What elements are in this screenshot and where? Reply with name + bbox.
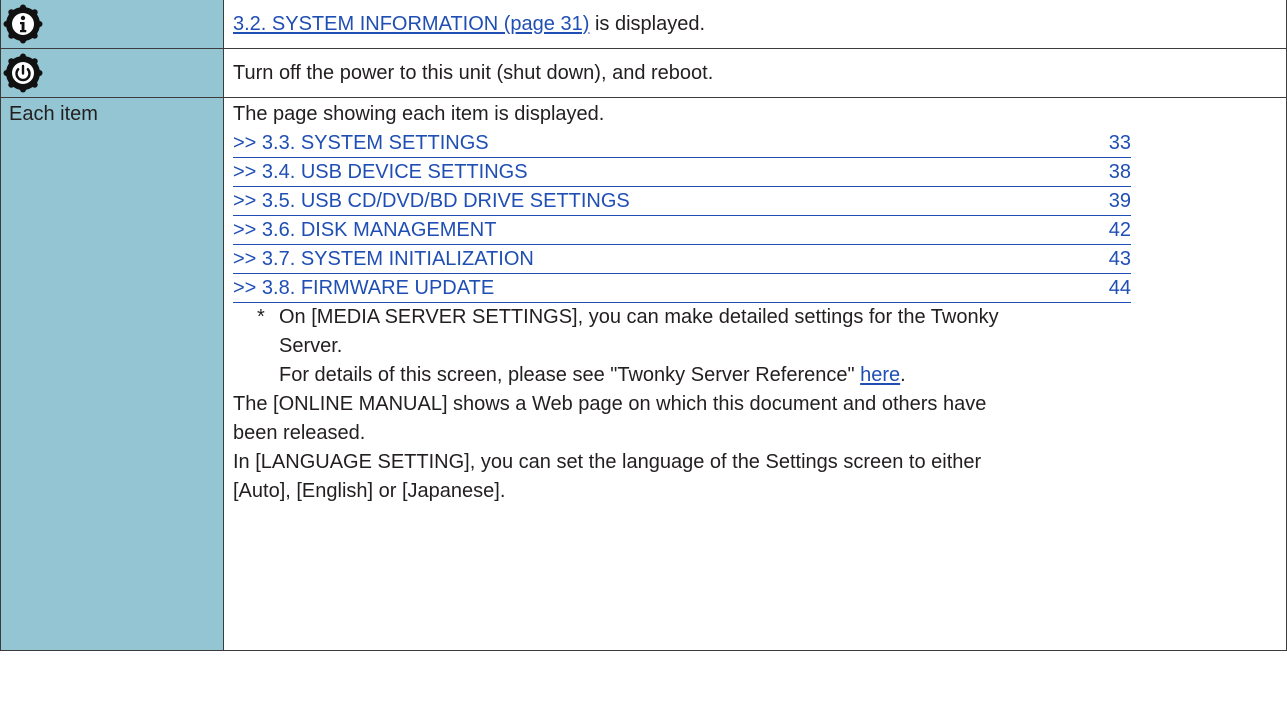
note-text-line2: Server. [279,335,343,357]
each-item-description-cell: The page showing each item is displayed.… [223,97,1287,651]
power-description-cell: Turn off the power to this unit (shut do… [223,48,1287,98]
table-row-power: Turn off the power to this unit (shut do… [0,48,1287,98]
info-icon [3,4,43,44]
toc-link-usb-device-settings[interactable]: >> 3.4. USB DEVICE SETTINGS 38 [233,158,1131,187]
note-text-line3-suffix: . [900,364,906,386]
language-setting-text-line1: In [LANGUAGE SETTING], you can set the l… [233,451,982,473]
toc-link-usb-drive-settings[interactable]: >> 3.5. USB CD/DVD/BD DRIVE SETTINGS 39 [233,187,1131,216]
table-row-each-item: Each item The page showing each item is … [0,97,1287,651]
power-icon [3,53,43,93]
info-icon-cell [0,0,224,49]
toc-title: >> 3.4. USB DEVICE SETTINGS [233,161,528,183]
system-information-link[interactable]: 3.2. SYSTEM INFORMATION (page 31) [233,13,589,35]
media-server-note: * On [MEDIA SERVER SETTINGS], you can mak… [233,303,1286,332]
info-suffix-text: is displayed. [589,12,706,35]
note-asterisk: * [257,306,265,328]
toc-title: >> 3.5. USB CD/DVD/BD DRIVE SETTINGS [233,190,630,212]
online-manual-text-line2: been released. [233,422,366,444]
note-continuation: Server. For details of this screen, plea… [233,332,1286,390]
toc-title: >> 3.6. DISK MANAGEMENT [233,219,497,241]
settings-description-table: 3.2. SYSTEM INFORMATION (page 31) is dis… [0,0,1287,651]
toc-page: 33 [1108,132,1131,154]
toc-link-system-settings[interactable]: >> 3.3. SYSTEM SETTINGS 33 [233,129,1131,158]
toc-page: 39 [1108,190,1131,212]
each-item-intro-text: The page showing each item is displayed. [233,103,605,125]
toc-page: 43 [1108,248,1131,270]
note-text-line3-prefix: For details of this screen, please see "… [279,364,861,386]
toc-title: >> 3.3. SYSTEM SETTINGS [233,132,489,154]
online-manual-text-line1: The [ONLINE MANUAL] shows a Web page on … [233,393,987,415]
toc-page: 42 [1108,219,1131,241]
each-item-label: Each item [9,103,98,125]
table-row-info: 3.2. SYSTEM INFORMATION (page 31) is dis… [0,0,1287,49]
toc-title: >> 3.8. FIRMWARE UPDATE [233,277,495,299]
toc-link-disk-management[interactable]: >> 3.6. DISK MANAGEMENT 42 [233,216,1131,245]
note-text-line1: On [MEDIA SERVER SETTINGS], you can make… [279,306,999,328]
each-item-label-cell: Each item [0,97,224,651]
toc-link-system-initialization[interactable]: >> 3.7. SYSTEM INITIALIZATION 43 [233,245,1131,274]
toc-title: >> 3.7. SYSTEM INITIALIZATION [233,248,534,270]
toc-page: 44 [1108,277,1131,299]
info-description-cell: 3.2. SYSTEM INFORMATION (page 31) is dis… [223,0,1287,49]
power-icon-cell [0,48,224,98]
power-description-text: Turn off the power to this unit (shut do… [233,61,714,84]
toc-page: 38 [1108,161,1131,183]
toc-link-firmware-update[interactable]: >> 3.8. FIRMWARE UPDATE 44 [233,274,1131,303]
twonky-reference-link[interactable]: here [860,364,900,386]
language-setting-text-line2: [Auto], [English] or [Japanese]. [233,480,506,502]
